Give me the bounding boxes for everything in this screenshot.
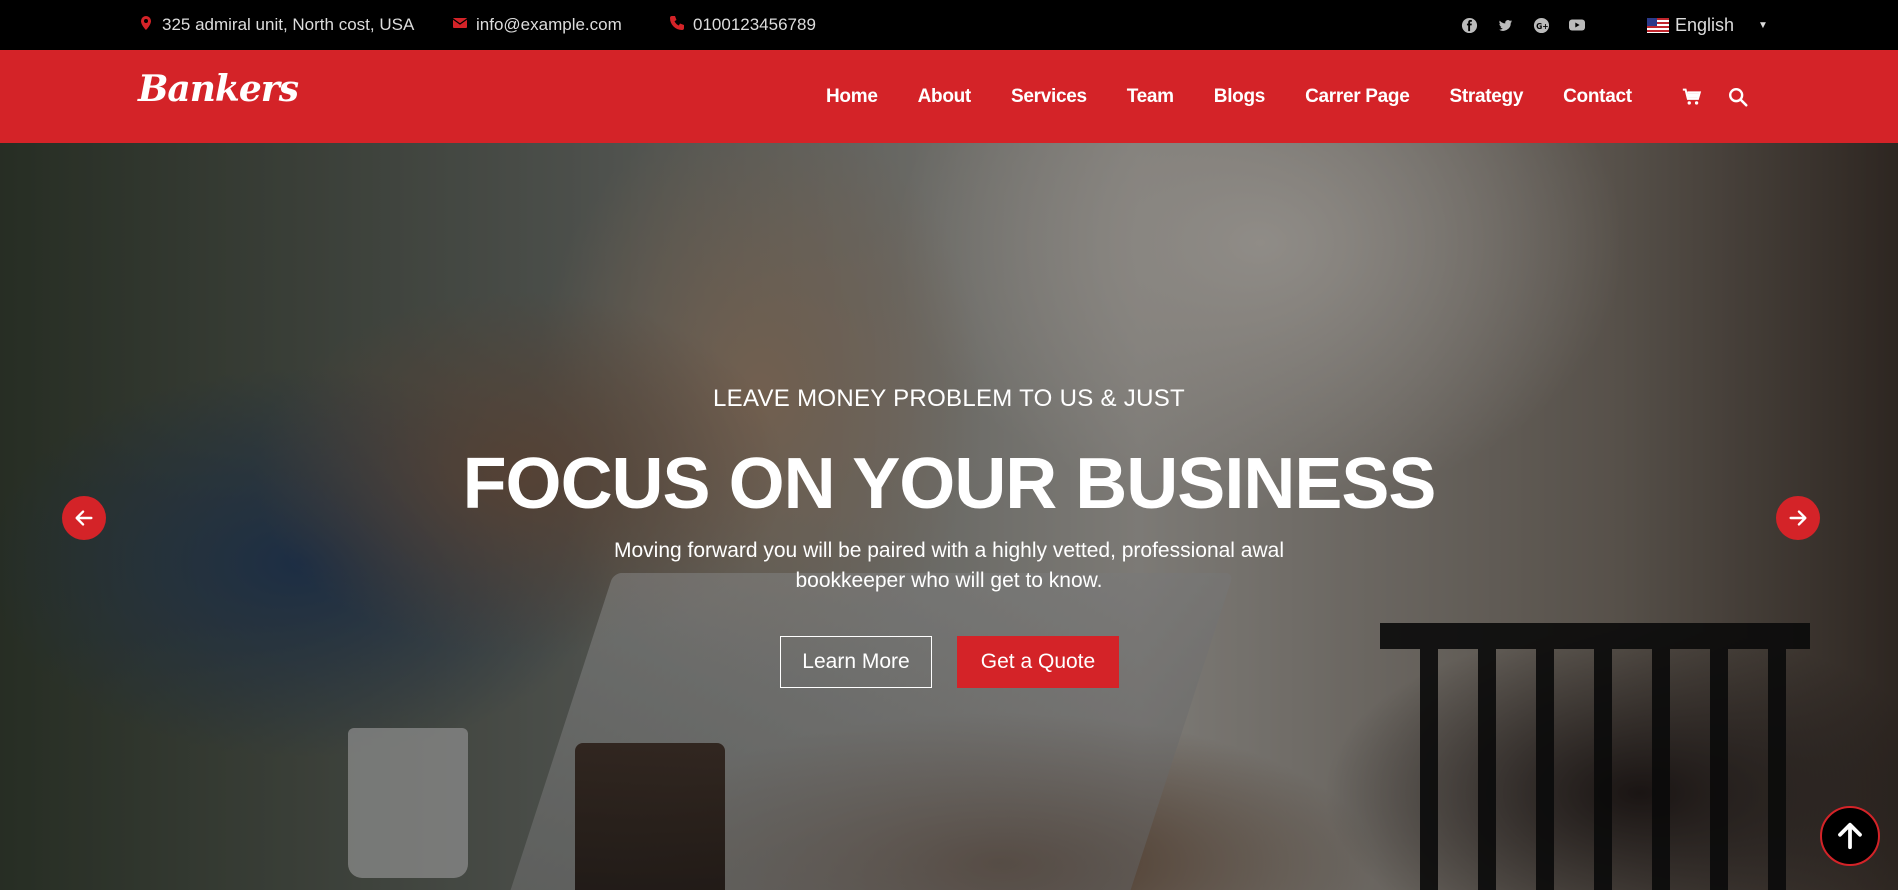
nav-contact[interactable]: Contact (1563, 86, 1632, 108)
nav-actions (1680, 50, 1750, 143)
google-plus-icon[interactable]: G+ (1532, 16, 1550, 34)
cart-icon[interactable] (1680, 85, 1704, 109)
top-bar: 325 admiral unit, North cost, USA info@e… (0, 0, 1898, 50)
site-logo[interactable]: Bankers (138, 68, 299, 110)
language-selector[interactable]: English ▼ (1647, 0, 1768, 50)
arrow-right-icon (1789, 510, 1807, 526)
nav-blogs[interactable]: Blogs (1214, 86, 1266, 108)
address-info: 325 admiral unit, North cost, USA (138, 0, 414, 50)
search-icon[interactable] (1726, 85, 1750, 109)
nav-strategy[interactable]: Strategy (1450, 86, 1524, 108)
phone-text[interactable]: 0100123456789 (693, 15, 816, 35)
email-text[interactable]: info@example.com (476, 15, 622, 35)
main-navbar: Bankers Home About Services Team Blogs C… (0, 50, 1898, 143)
envelope-icon (452, 15, 468, 36)
nav-services[interactable]: Services (1011, 86, 1087, 108)
nav-menu: Home About Services Team Blogs Carrer Pa… (826, 50, 1632, 143)
phone-info[interactable]: 0100123456789 (669, 0, 816, 50)
map-pin-icon (138, 15, 154, 36)
twitter-icon[interactable] (1496, 16, 1514, 34)
phone-icon (669, 15, 685, 36)
learn-more-button[interactable]: Learn More (780, 636, 932, 688)
nav-career-page[interactable]: Carrer Page (1305, 86, 1410, 108)
caret-down-icon: ▼ (1758, 19, 1768, 31)
svg-text:G+: G+ (1536, 21, 1549, 30)
language-label: English (1675, 14, 1735, 35)
hero-title: FOCUS ON YOUR BUSINESS (462, 444, 1437, 524)
hero-description: Moving forward you will be paired with a… (613, 539, 1284, 592)
us-flag-icon (1647, 17, 1669, 33)
social-links: G+ (1460, 0, 1586, 50)
facebook-icon[interactable] (1460, 16, 1478, 34)
arrow-left-icon (75, 510, 93, 526)
nav-about[interactable]: About (918, 86, 972, 108)
slider-prev-button[interactable] (62, 496, 106, 540)
arrow-up-icon (1838, 822, 1862, 850)
hero-slider: LEAVE MONEY PROBLEM TO US & JUST FOCUS O… (0, 143, 1898, 890)
scroll-to-top-button[interactable] (1820, 806, 1880, 866)
slider-next-button[interactable] (1776, 496, 1820, 540)
nav-home[interactable]: Home (826, 86, 878, 108)
nav-team[interactable]: Team (1127, 86, 1174, 108)
youtube-icon[interactable] (1568, 16, 1586, 34)
address-text: 325 admiral unit, North cost, USA (162, 15, 415, 34)
get-quote-button[interactable]: Get a Quote (957, 636, 1119, 688)
email-info[interactable]: info@example.com (452, 0, 622, 50)
hero-subtitle: LEAVE MONEY PROBLEM TO US & JUST (713, 385, 1185, 412)
